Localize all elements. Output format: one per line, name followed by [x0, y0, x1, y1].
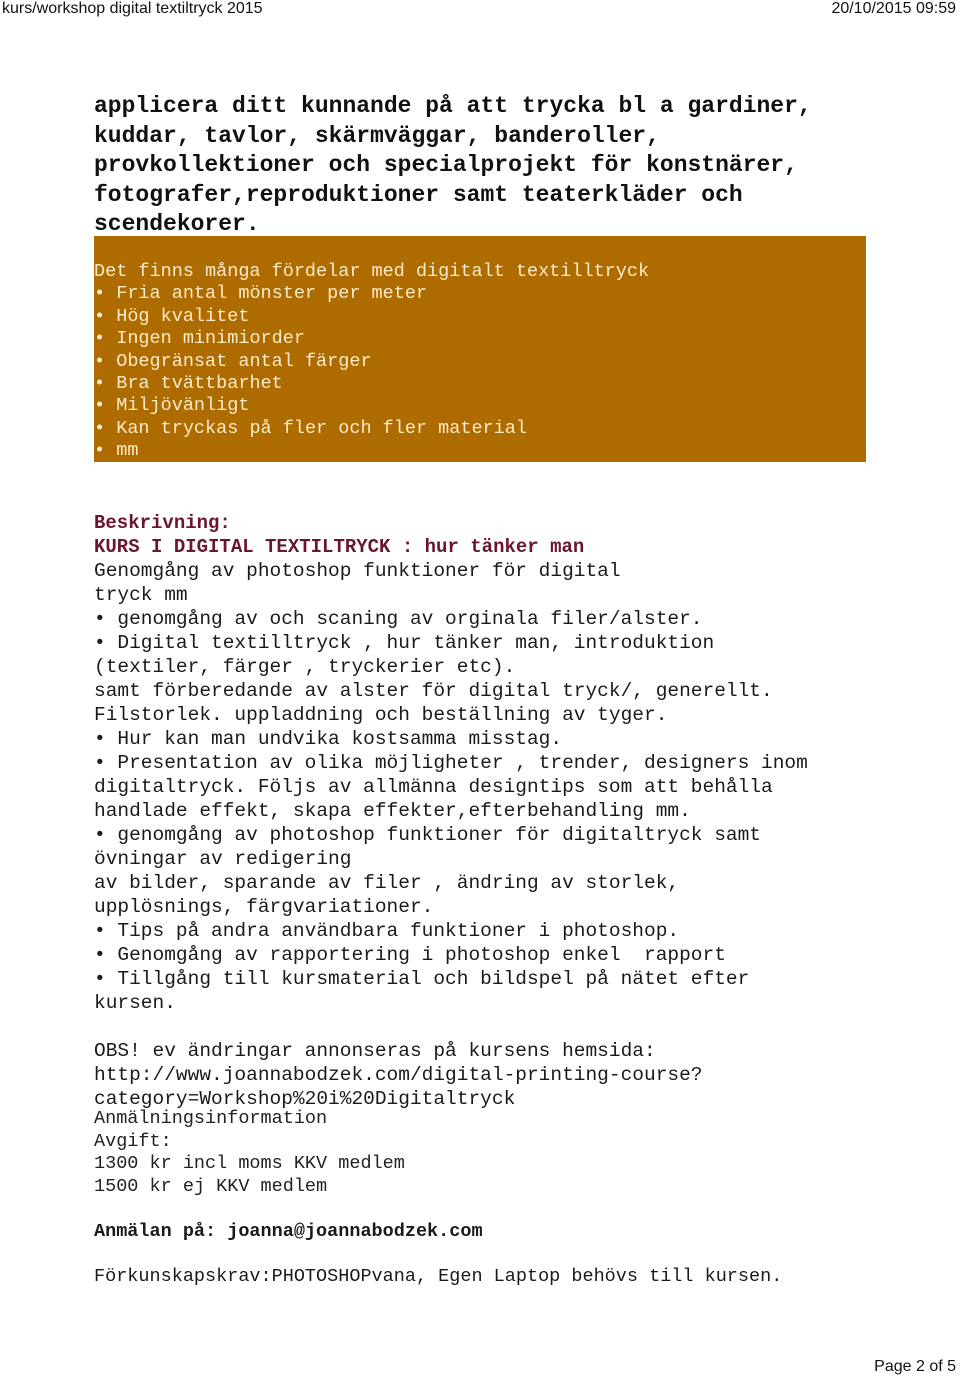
benefit-text: Miljövänligt [116, 395, 250, 417]
benefit-text: Bra tvättbarhet [116, 373, 283, 395]
benefit-item: • Bra tvättbarhet [94, 373, 649, 395]
benefits-heading: Det finns många fördelar med digitalt te… [94, 261, 650, 282]
course-title: KURS I DIGITAL TEXTILTRYCK : hur tänker … [94, 536, 585, 558]
benefit-item: • Hög kvalitet [94, 306, 649, 328]
description-line: • Tips på andra användbara funktioner i … [94, 920, 680, 942]
description-line: kursen. [94, 992, 176, 1014]
bullet-icon: • [94, 283, 106, 305]
bullet-icon: • [94, 395, 106, 417]
print-datetime: 20/10/2015 09:59 [831, 0, 956, 17]
benefit-item: • mm [94, 440, 649, 462]
description-line: • genomgång av och scaning av orginala f… [94, 608, 703, 630]
document-title: kurs/workshop digital textiltryck 2015 [2, 0, 263, 17]
fee-line: 1300 kr incl moms KKV medlem [94, 1153, 405, 1174]
benefit-item: • Kan tryckas på fler och fler material [94, 418, 649, 440]
registration-section: Anmälningsinformation Avgift: 1300 kr in… [94, 1108, 894, 1198]
intro-line: provkollektioner och specialprojekt för … [94, 152, 798, 178]
description-line: övningar av redigering [94, 848, 352, 870]
description-section: Beskrivning: KURS I DIGITAL TEXTILTRYCK … [94, 511, 894, 1015]
course-url-link[interactable]: http://www.joannabodzek.com/digital-prin… [94, 1063, 894, 1087]
description-line: • Digital textilltryck , hur tänker man,… [94, 632, 715, 654]
bullet-icon: • [94, 417, 106, 439]
bullet-icon: • [94, 373, 106, 395]
registration-info-label: Anmälningsinformation [94, 1108, 328, 1129]
intro-paragraph: applicera ditt kunnande på att trycka bl… [94, 92, 884, 240]
description-line: tryck mm [94, 584, 188, 606]
description-label: Beskrivning: [94, 512, 231, 534]
description-line: samt förberedande av alster för digital … [94, 680, 773, 702]
notice-line: OBS! ev ändringar annonseras på kursens … [94, 1040, 656, 1062]
description-line: • Genomgång av rapportering i photoshop … [94, 944, 726, 966]
bullet-icon: • [94, 440, 106, 462]
bullet-icon: • [94, 305, 106, 327]
description-line: (textiler, färger , tryckerier etc). [94, 656, 516, 678]
description-line: av bilder, sparande av filer , ändring a… [94, 872, 680, 894]
description-line: handlade effekt, skapa effekter,efterbeh… [94, 800, 691, 822]
intro-line: applicera ditt kunnande på att trycka bl… [94, 93, 812, 119]
notice-section: OBS! ev ändringar annonseras på kursens … [94, 1039, 894, 1111]
description-line: • Presentation av olika möjligheter , tr… [94, 752, 808, 774]
prerequisites: Förkunskapskrav:PHOTOSHOPvana, Egen Lapt… [94, 1266, 783, 1287]
benefit-text: Fria antal mönster per meter [116, 283, 428, 305]
signup-section: Anmälan på: joanna@joannabodzek.com [94, 1220, 894, 1244]
benefit-text: mm [116, 440, 139, 462]
benefit-item: • Obegränsat antal färger [94, 351, 649, 373]
description-line: • genomgång av photoshop funktioner för … [94, 824, 762, 846]
benefit-text: Ingen minimiorder [116, 328, 305, 350]
description-line: • Hur kan man undvika kostsamma misstag. [94, 728, 563, 750]
benefit-item: • Miljövänligt [94, 395, 649, 417]
description-line: Filstorlek. uppladdning och beställning … [94, 704, 668, 726]
benefit-text: Obegränsat antal färger [116, 350, 372, 372]
description-line: upplösnings, färgvariationer. [94, 896, 434, 918]
benefit-text: Hög kvalitet [116, 305, 250, 327]
benefits-box: Det finns många fördelar med digitalt te… [94, 236, 866, 462]
benefit-item: • Ingen minimiorder [94, 328, 649, 350]
benefit-item: • Fria antal mönster per meter [94, 283, 649, 305]
fee-line: 1500 kr ej KKV medlem [94, 1175, 328, 1197]
bullet-icon: • [94, 350, 106, 372]
description-line: • Tillgång till kursmaterial och bildspe… [94, 968, 750, 990]
bullet-icon: • [94, 328, 106, 350]
description-line: Genomgång av photoshop funktioner för di… [94, 560, 621, 582]
signup-email[interactable]: Anmälan på: joanna@joannabodzek.com [94, 1220, 894, 1244]
intro-line: fotografer,reproduktioner samt teaterklä… [94, 181, 743, 208]
intro-line: kuddar, tavlor, skärmväggar, banderoller… [94, 122, 660, 149]
description-line: digitaltryck. Följs av allmänna designti… [94, 776, 773, 798]
fee-label: Avgift: [94, 1130, 172, 1152]
page-indicator: Page 2 of 5 [874, 1358, 956, 1375]
benefit-text: Kan tryckas på fler och fler material [116, 417, 527, 439]
prerequisites-section: Förkunskapskrav:PHOTOSHOPvana, Egen Lapt… [94, 1265, 894, 1289]
